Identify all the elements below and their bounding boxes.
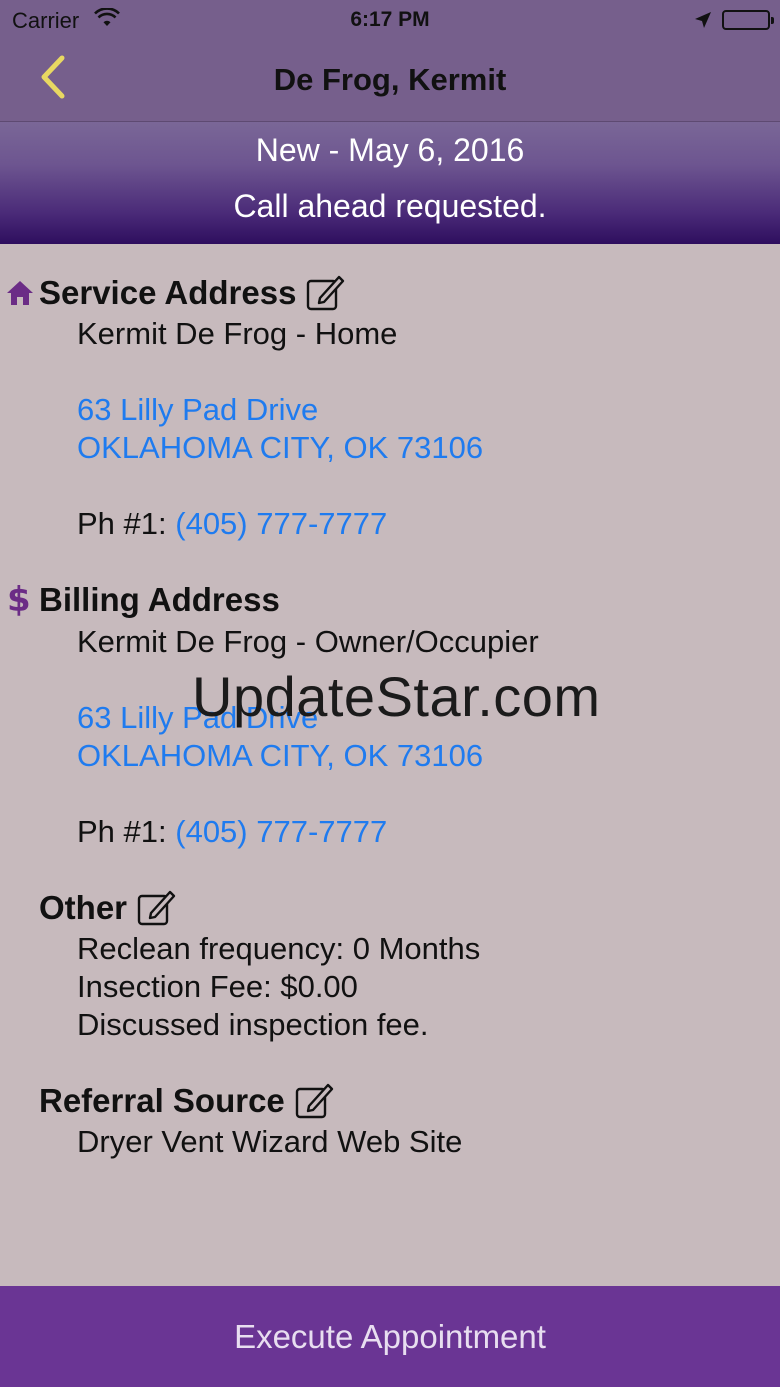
clock: 6:17 PM (350, 8, 430, 31)
service-city-link[interactable]: OKLAHOMA CITY, OK 73106 (77, 430, 483, 466)
inspection-fee: Insection Fee: $0.00 (77, 969, 358, 1004)
nav-header: De Frog, Kermit (0, 40, 780, 122)
edit-icon[interactable] (137, 888, 177, 928)
other-section: Other Reclean frequency: 0 Months Insect… (0, 885, 780, 1045)
other-title: Other (39, 888, 177, 928)
billing-address-title: Billing Address (39, 581, 280, 619)
dollar-icon: $ (7, 580, 33, 621)
location-arrow-icon (694, 9, 712, 35)
service-phone-line: Ph #1: (405) 777-7777 (77, 506, 387, 542)
edit-icon[interactable] (295, 1081, 335, 1121)
svg-text:$: $ (7, 582, 31, 616)
watermark: UpdateStar.com (192, 665, 601, 728)
referral-label: Referral Source (39, 1082, 285, 1119)
appointment-note: Call ahead requested. (233, 188, 547, 224)
fee-note: Discussed inspection fee. (77, 1007, 429, 1042)
reclean-frequency: Reclean frequency: 0 Months (77, 931, 481, 966)
referral-section: Referral Source Dryer Vent Wizard Web Si… (0, 1078, 780, 1168)
service-phone-link[interactable]: (405) 777-7777 (175, 506, 387, 541)
execute-appointment-button[interactable]: Execute Appointment (0, 1286, 780, 1387)
billing-phone-link[interactable]: (405) 777-7777 (175, 814, 387, 849)
page-title: De Frog, Kermit (273, 62, 507, 97)
service-address-title: Service Address (39, 273, 346, 313)
billing-phone-line: Ph #1: (405) 777-7777 (77, 814, 387, 850)
billing-address-label: Billing Address (39, 581, 280, 618)
referral-title: Referral Source (39, 1081, 335, 1121)
appointment-banner: New - May 6, 2016 Call ahead requested. (0, 122, 780, 244)
service-address-label: Service Address (39, 274, 297, 311)
home-icon (6, 280, 34, 311)
billing-phone-label: Ph #1: (77, 814, 176, 849)
navigation-bar: Carrier 6:17 PM De Frog, Kermit (0, 0, 780, 122)
referral-value: Dryer Vent Wizard Web Site (77, 1124, 463, 1159)
service-street-link[interactable]: 63 Lilly Pad Drive (77, 392, 318, 428)
billing-city-link[interactable]: OKLAHOMA CITY, OK 73106 (77, 738, 483, 774)
billing-contact-name: Kermit De Frog - Owner/Occupier (77, 624, 539, 659)
service-contact-name: Kermit De Frog - Home (77, 316, 398, 351)
appointment-status: New - May 6, 2016 (255, 132, 525, 168)
battery-icon (722, 10, 774, 30)
service-phone-label: Ph #1: (77, 506, 176, 541)
status-bar: Carrier 6:17 PM (0, 0, 780, 40)
service-address-section: Service Address Kermit De Frog - Home 63… (0, 270, 780, 550)
edit-icon[interactable] (306, 273, 346, 313)
other-label: Other (39, 889, 128, 926)
